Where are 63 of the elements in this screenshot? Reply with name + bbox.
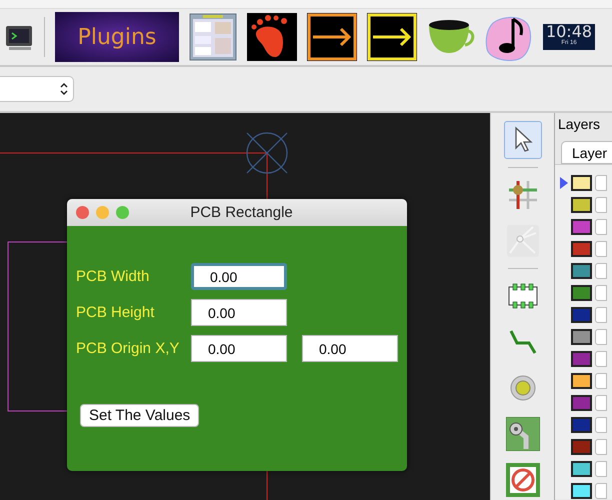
close-button[interactable] <box>76 206 89 219</box>
arrow-icon[interactable] <box>307 13 357 61</box>
layer-visibility-toggle[interactable] <box>595 483 607 499</box>
layer-swatch[interactable] <box>571 329 592 345</box>
footprint-icon[interactable] <box>247 13 297 61</box>
layer-visibility-toggle[interactable] <box>595 307 607 323</box>
layer-swatch[interactable] <box>571 197 592 213</box>
layer-visibility-toggle[interactable] <box>595 439 607 455</box>
pcb-canvas[interactable]: PCB Rectangle PCB Width 0.00 PCB Height 0.00 PCB Origin X,Y 0.00 0.00 Set The Values <box>0 113 490 500</box>
layer-swatch[interactable] <box>571 483 592 499</box>
input-field[interactable]: 0.00 <box>191 263 287 290</box>
field-label: PCB Origin X,Y <box>76 340 180 357</box>
input-field[interactable]: 0.00 <box>302 335 398 362</box>
keepout-icon <box>506 463 540 497</box>
layer-swatch[interactable] <box>571 439 592 455</box>
trace-icon <box>508 328 538 356</box>
via-icon <box>508 374 536 402</box>
layer-swatch[interactable] <box>571 241 592 257</box>
layer-visibility-toggle[interactable] <box>595 219 607 235</box>
layer-visibility-toggle[interactable] <box>595 175 607 191</box>
layer-swatch[interactable] <box>571 307 592 323</box>
input-field[interactable]: 0.00 <box>191 335 287 362</box>
field-label: PCB Width <box>76 268 150 285</box>
layer-visibility-toggle[interactable] <box>595 395 607 411</box>
keepout-tool[interactable] <box>504 461 542 499</box>
layer-swatch[interactable] <box>571 351 592 367</box>
layer-visibility-toggle[interactable] <box>595 373 607 389</box>
zoom-button[interactable] <box>116 206 129 219</box>
layer-swatch[interactable] <box>571 285 592 301</box>
chip-icon <box>506 282 538 310</box>
dropdown[interactable] <box>0 76 74 102</box>
pad-icon <box>506 417 540 451</box>
layer-swatch[interactable] <box>571 175 592 191</box>
input-field[interactable]: 0.00 <box>191 299 287 326</box>
window-thumbnail-icon[interactable] <box>189 13 237 61</box>
chevron-icon <box>59 82 69 96</box>
pointer-tool[interactable] <box>504 121 542 159</box>
layer-swatch[interactable] <box>571 219 592 235</box>
field-label: PCB Height <box>76 304 156 321</box>
layer-swatch[interactable] <box>571 461 592 477</box>
layer-visibility-toggle[interactable] <box>595 285 607 301</box>
origin-marker <box>246 132 288 174</box>
layer-swatch[interactable] <box>571 395 592 411</box>
layer-visibility-toggle[interactable] <box>595 263 607 279</box>
layer-visibility-toggle[interactable] <box>595 197 607 213</box>
layer-swatch[interactable] <box>571 263 592 279</box>
layer-swatch[interactable] <box>571 373 592 389</box>
crosshair-grid-icon <box>506 179 538 211</box>
layer-visibility-toggle[interactable] <box>595 417 607 433</box>
plugins-button[interactable]: Plugins <box>55 12 179 62</box>
radial-lines-icon <box>506 225 538 257</box>
layer-swatch[interactable] <box>571 417 592 433</box>
panel-title: Layers <box>557 115 602 134</box>
pad-tool[interactable] <box>504 415 542 453</box>
clock-time: 10:48 <box>546 24 592 40</box>
layer-visibility-toggle[interactable] <box>595 241 607 257</box>
layer-visibility-toggle[interactable] <box>595 461 607 477</box>
set-values-button[interactable]: Set The Values <box>80 404 200 427</box>
layers-tab[interactable]: Layer <box>561 141 612 164</box>
minimize-button[interactable] <box>96 206 109 219</box>
layer-visibility-toggle[interactable] <box>595 329 607 345</box>
layer-visibility-toggle[interactable] <box>595 351 607 367</box>
dialog-title: PCB Rectangle <box>189 204 294 221</box>
